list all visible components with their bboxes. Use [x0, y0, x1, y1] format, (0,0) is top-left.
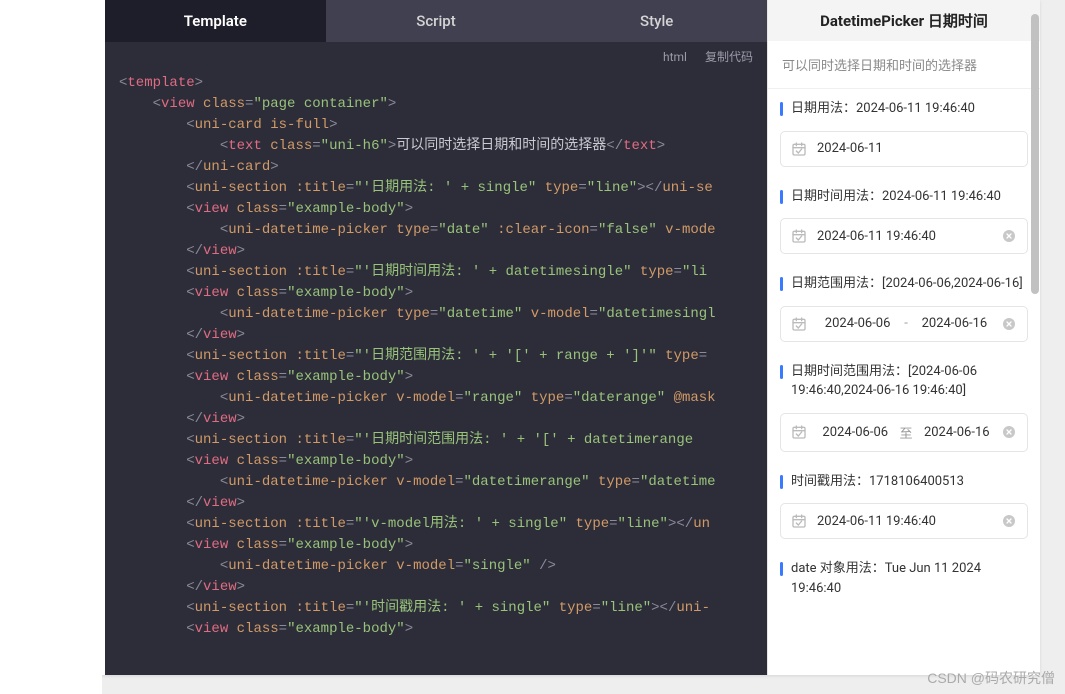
section-title: 日期时间用法：2024-06-11 19:46:40 — [768, 177, 1040, 215]
picker-value: 2024-06-11 — [817, 141, 883, 156]
section-title: date 对象用法：Tue Jun 11 2024 19:46:40 — [768, 549, 1040, 606]
watermark: CSDN @码农研究僧 — [927, 668, 1055, 688]
preview-scrollbar[interactable] — [1031, 14, 1039, 669]
picker-end: 2024-06-16 — [914, 316, 995, 331]
datetime-picker[interactable]: 2024-06-11 19:46:40 — [780, 218, 1028, 254]
section-bar — [780, 562, 783, 576]
section-bar — [780, 365, 783, 379]
section-title: 日期范围用法：[2024-06-06,2024-06-16] — [768, 264, 1040, 302]
section-bar — [780, 102, 783, 116]
tab-template[interactable]: Template — [105, 0, 326, 42]
preview-desc: 可以同时选择日期和时间的选择器 — [768, 41, 1040, 89]
tab-script[interactable]: Script — [326, 0, 547, 42]
picker-end: 2024-06-16 — [919, 425, 996, 440]
calendar-icon — [791, 424, 807, 440]
preview-title: DatetimePicker 日期时间 — [768, 0, 1040, 41]
calendar-icon — [791, 513, 807, 529]
scrollbar-thumb[interactable] — [1031, 14, 1039, 294]
tab-style[interactable]: Style — [546, 0, 767, 42]
section-title-text: 日期范围用法：[2024-06-06,2024-06-16] — [791, 274, 1023, 294]
section-title-text: 日期用法：2024-06-11 19:46:40 — [791, 99, 975, 119]
code-panel: Template Script Style html 复制代码 <templat… — [105, 0, 767, 675]
section-title: 日期用法：2024-06-11 19:46:40 — [768, 89, 1040, 127]
section-title-text: 日期时间范围用法：[2024-06-06 19:46:40,2024-06-16… — [791, 362, 1028, 401]
section-title-text: date 对象用法：Tue Jun 11 2024 19:46:40 — [791, 559, 1028, 598]
copy-code-button[interactable]: 复制代码 — [705, 48, 753, 65]
clear-icon[interactable] — [1001, 424, 1017, 440]
datetime-picker[interactable]: 2024-06-06-2024-06-16 — [780, 306, 1028, 342]
code-tabs: Template Script Style — [105, 0, 767, 42]
code-body[interactable]: <template> <view class="page container">… — [105, 67, 767, 675]
section-title: 日期时间范围用法：[2024-06-06 19:46:40,2024-06-16… — [768, 352, 1040, 409]
clear-icon[interactable] — [1001, 316, 1017, 332]
picker-sep: - — [898, 316, 914, 331]
calendar-icon — [791, 141, 807, 157]
calendar-icon — [791, 228, 807, 244]
picker-value: 2024-06-11 19:46:40 — [817, 229, 936, 244]
datetime-picker[interactable]: 2024-06-06至2024-06-16 — [780, 413, 1028, 452]
left-gutter — [0, 0, 102, 694]
picker-start: 2024-06-06 — [817, 425, 894, 440]
clear-icon[interactable] — [1001, 513, 1017, 529]
picker-sep: 至 — [894, 423, 919, 442]
section-bar — [780, 277, 783, 291]
section-title-text: 日期时间用法：2024-06-11 19:46:40 — [791, 187, 1001, 207]
preview-panel: DatetimePicker 日期时间 可以同时选择日期和时间的选择器 日期用法… — [767, 0, 1040, 675]
picker-value: 2024-06-11 19:46:40 — [817, 514, 936, 529]
section-bar — [780, 190, 783, 204]
section-title: 时间戳用法：1718106400513 — [768, 462, 1040, 500]
calendar-icon — [791, 316, 807, 332]
datetime-picker[interactable]: 2024-06-11 19:46:40 — [780, 503, 1028, 539]
section-title-text: 时间戳用法：1718106400513 — [791, 472, 964, 492]
clear-icon[interactable] — [1001, 228, 1017, 244]
code-header: html 复制代码 — [105, 42, 767, 67]
section-bar — [780, 475, 783, 489]
picker-start: 2024-06-06 — [817, 316, 898, 331]
datetime-picker[interactable]: 2024-06-11 — [780, 131, 1028, 167]
code-lang-label: html — [663, 50, 687, 64]
